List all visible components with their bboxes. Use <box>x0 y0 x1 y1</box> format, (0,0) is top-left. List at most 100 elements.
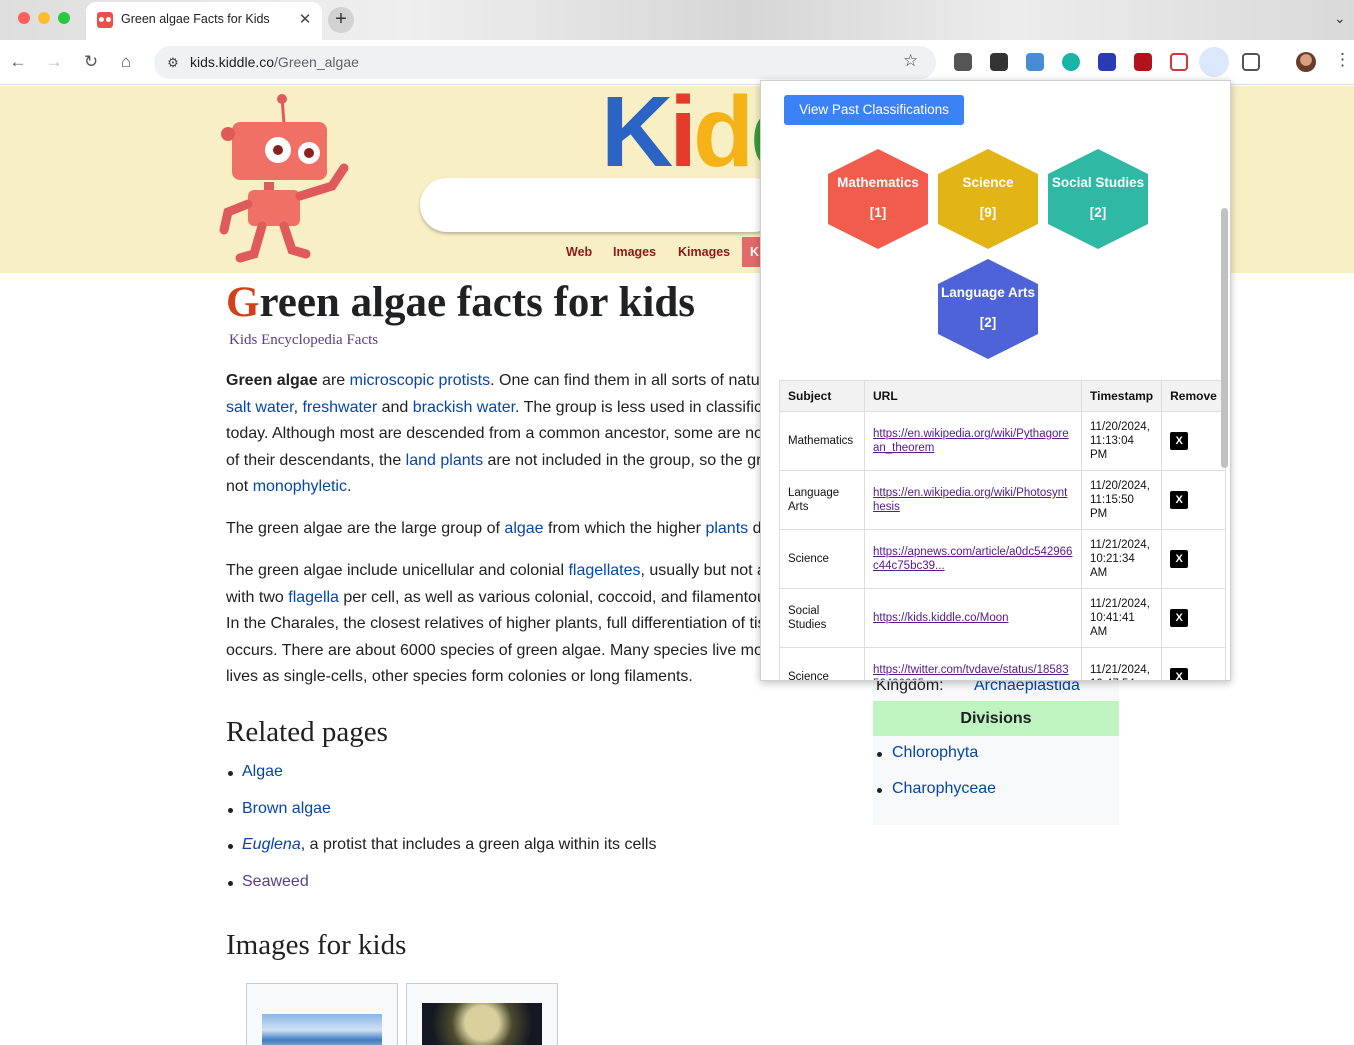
nav-kimages[interactable]: Kimages <box>678 245 730 259</box>
taxonomy-infobox: Kingdom: Archaeplastida Divisions Chloro… <box>873 671 1119 825</box>
remove-button[interactable]: X <box>1170 432 1189 450</box>
column-header-timestamp: Timestamp <box>1080 380 1163 412</box>
link-monophyletic[interactable]: monophyletic <box>253 478 347 495</box>
nav-web[interactable]: Web <box>566 245 592 259</box>
subject-hex-science[interactable]: Science [9] <box>938 149 1038 249</box>
cross-extension-icon[interactable] <box>1170 53 1188 71</box>
home-icon[interactable]: ⌂ <box>114 50 138 74</box>
forward-icon[interactable]: → <box>42 50 66 74</box>
reader-extension-icon[interactable] <box>954 53 972 71</box>
profile-avatar[interactable] <box>1296 52 1316 72</box>
nav-images[interactable]: Images <box>613 245 656 259</box>
subject-count: [1] <box>869 205 887 220</box>
text: . The group is less used in classificati… <box>515 398 766 416</box>
popup-scrollbar[interactable] <box>1221 208 1228 468</box>
text: per cell, as well as various colonial, c… <box>343 588 766 606</box>
column-header-remove: Remove <box>1161 380 1226 412</box>
shield-extension-icon[interactable] <box>1134 53 1152 71</box>
dots-extension-icon[interactable] <box>990 53 1008 71</box>
table-row: Mathematics https://en.wikipedia.org/wik… <box>779 411 1226 471</box>
subject-hex-social-studies[interactable]: Social Studies [2] <box>1048 149 1148 249</box>
bookmark-star-icon[interactable]: ☆ <box>903 51 918 71</box>
link-flagellates[interactable]: flagellates <box>568 562 640 579</box>
text: occurs. There are about 6000 species of … <box>226 641 766 659</box>
list-item: Seaweed <box>226 873 656 910</box>
link-plants[interactable]: plants <box>705 520 748 537</box>
cell-timestamp: 11/20/2024, 11:15:50 PM <box>1080 470 1163 530</box>
text: The green algae include unicellular and … <box>226 562 569 579</box>
divisions-list: Chlorophyta Charophyceae <box>873 744 996 816</box>
minimize-window-button[interactable] <box>38 12 50 24</box>
cell-remove: X <box>1161 470 1226 530</box>
subject-hex-mathematics[interactable]: Mathematics [1] <box>828 149 928 249</box>
link-brown-algae[interactable]: Brown algae <box>242 800 331 817</box>
link-salt-water[interactable]: salt water <box>226 399 294 416</box>
site-search-input[interactable] <box>420 178 780 232</box>
link-chlorophyta[interactable]: Chlorophyta <box>892 744 978 761</box>
address-bar[interactable]: ⚙ kids.kiddle.co/Green_algae ☆ <box>154 46 936 79</box>
cell-remove: X <box>1161 529 1226 589</box>
text: not <box>226 478 253 495</box>
cell-subject: Science <box>779 647 865 680</box>
link-microscopic-protists[interactable]: microscopic protists <box>350 372 490 389</box>
extensions-menu-icon[interactable] <box>1242 53 1260 71</box>
title-rest: reen algae facts for kids <box>259 279 695 326</box>
x-extension-icon[interactable] <box>1098 53 1116 71</box>
reload-icon[interactable]: ↻ <box>79 50 103 74</box>
link-euglena[interactable]: Euglena <box>242 836 301 853</box>
address-text[interactable]: kids.kiddle.co/Green_algae <box>190 54 359 70</box>
text: . <box>346 478 352 495</box>
link-flagella[interactable]: flagella <box>288 589 339 606</box>
table-row: Science https://apnews.com/article/a0dc5… <box>779 529 1226 589</box>
logo-letter-i: i <box>669 86 697 182</box>
url-link[interactable]: https://en.wikipedia.org/wiki/Pythagorea… <box>873 427 1073 455</box>
link-freshwater[interactable]: freshwater <box>302 399 377 416</box>
remove-button[interactable]: X <box>1170 668 1189 680</box>
image-thumbnail[interactable] <box>406 983 558 1045</box>
images-heading: Images for kids <box>226 929 407 961</box>
cell-subject: Science <box>779 529 865 589</box>
new-tab-button[interactable]: + <box>328 7 354 33</box>
classification-popup: View Past Classifications Mathematics [1… <box>760 80 1231 681</box>
tab-close-icon[interactable]: ✕ <box>297 10 313 28</box>
browser-menu-icon[interactable]: ⋮ <box>1334 50 1351 70</box>
classification-table: Subject URL Timestamp Remove Mathematics… <box>779 380 1226 680</box>
url-link[interactable]: https://apnews.com/article/a0dc542966c44… <box>873 545 1073 573</box>
cell-url: https://twitter.com/tvdave/status/185835… <box>864 647 1082 680</box>
url-link[interactable]: https://twitter.com/tvdave/status/185835… <box>873 663 1073 680</box>
link-seaweed[interactable]: Seaweed <box>242 873 309 890</box>
text: with two <box>226 588 289 606</box>
cell-remove: X <box>1161 647 1226 680</box>
remove-button[interactable]: X <box>1170 609 1189 627</box>
view-past-classifications-button[interactable]: View Past Classifications <box>784 95 964 125</box>
second-paragraph: The green algae are the large group of a… <box>226 516 766 543</box>
back-icon[interactable]: ← <box>6 50 30 74</box>
link-related-algae[interactable]: Algae <box>242 763 283 780</box>
browser-tab[interactable]: Green algae Facts for Kids ✕ <box>86 2 322 40</box>
text: lives as single-cells, other species for… <box>226 668 693 685</box>
link-brackish-water[interactable]: brackish water <box>413 399 515 416</box>
thumbnail-image[interactable] <box>422 1003 542 1045</box>
link-charophyceae[interactable]: Charophyceae <box>892 780 996 797</box>
puzzle-extension-icon[interactable] <box>1199 47 1229 77</box>
site-settings-icon[interactable]: ⚙ <box>162 52 184 74</box>
subject-name: Science <box>962 175 1014 190</box>
url-link[interactable]: https://kids.kiddle.co/Moon <box>873 611 1073 625</box>
url-link[interactable]: https://en.wikipedia.org/wiki/Photosynth… <box>873 486 1073 514</box>
m-extension-icon[interactable] <box>1062 53 1080 71</box>
link-land-plants[interactable]: land plants <box>406 452 483 469</box>
image-extension-icon[interactable] <box>1026 53 1044 71</box>
remove-button[interactable]: X <box>1170 491 1189 509</box>
image-thumbnail[interactable] <box>246 983 398 1045</box>
tab-strip: Green algae Facts for Kids ✕ + ⌄ <box>0 0 1354 40</box>
remove-button[interactable]: X <box>1170 550 1189 568</box>
subject-hex-language-arts[interactable]: Language Arts [2] <box>938 259 1038 359</box>
close-window-button[interactable] <box>18 12 30 24</box>
thumbnail-image[interactable] <box>262 1014 382 1045</box>
subject-count: [9] <box>979 205 997 220</box>
link-algae[interactable]: algae <box>504 520 543 537</box>
maximize-window-button[interactable] <box>58 12 70 24</box>
column-header-url: URL <box>864 380 1082 412</box>
tab-search-chevron-icon[interactable]: ⌄ <box>1334 10 1346 27</box>
cell-remove: X <box>1161 411 1226 471</box>
